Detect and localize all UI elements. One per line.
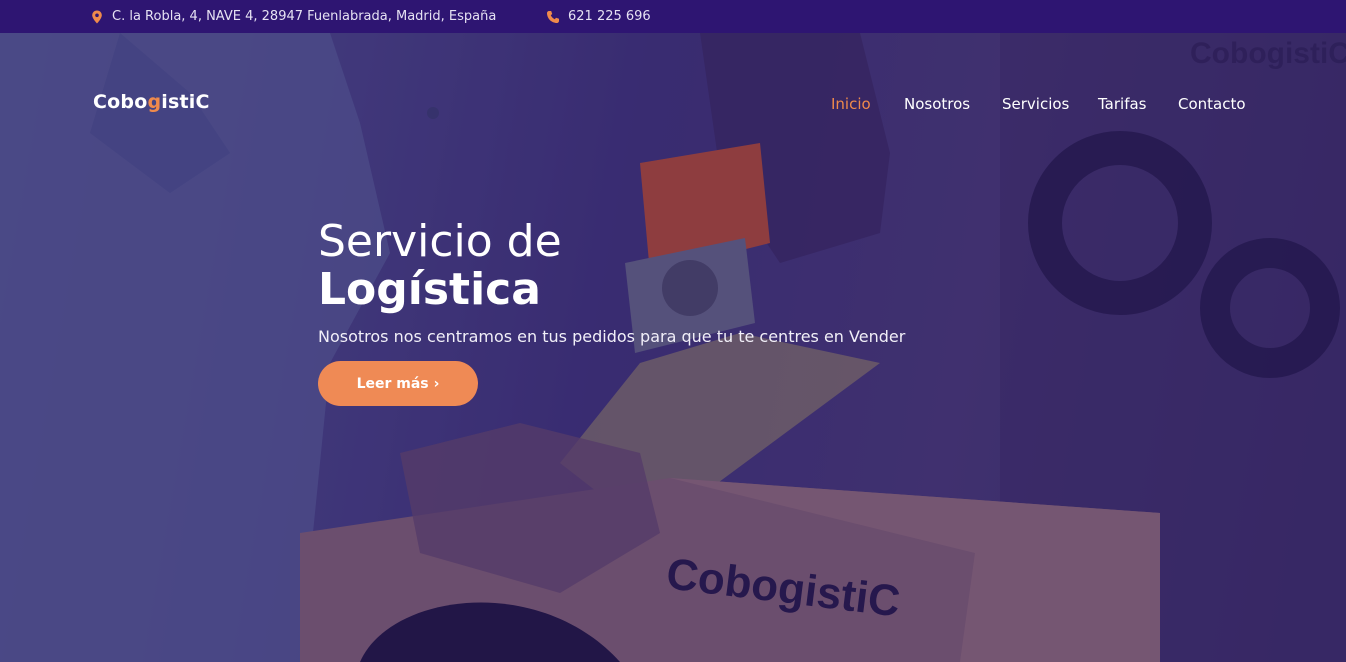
hero-subtitle: Nosotros nos centramos en tus pedidos pa… [318,327,906,346]
hero-section: CobogistiC CobogistiC CobogistiC Inicio … [0,33,1346,662]
hero-title-line1: Servicio de [318,216,562,267]
nav-tarifas[interactable]: Tarifas [1098,95,1147,113]
nav-inicio[interactable]: Inicio [831,95,871,113]
nav-nosotros[interactable]: Nosotros [904,95,970,113]
main-nav: Inicio Nosotros Servicios Tarifas Contac… [0,95,1346,117]
phone-text[interactable]: 621 225 696 [568,9,651,24]
map-pin-icon [90,10,104,24]
nav-servicios[interactable]: Servicios [1002,95,1069,113]
leer-mas-button[interactable]: Leer más › [318,361,478,406]
nav-contacto[interactable]: Contacto [1178,95,1246,113]
phone-item[interactable]: 621 225 696 [546,0,651,33]
address-item: C. la Robla, 4, NAVE 4, 28947 Fuenlabrad… [90,0,496,33]
address-text: C. la Robla, 4, NAVE 4, 28947 Fuenlabrad… [112,9,497,24]
top-info-bar: C. la Robla, 4, NAVE 4, 28947 Fuenlabrad… [0,0,1346,33]
hero-title-line2: Logística [318,264,541,315]
hero-background-photo: CobogistiC CobogistiC [0,33,1346,662]
leer-mas-label: Leer más [356,375,429,392]
chevron-right-icon: › [433,375,440,392]
phone-icon [546,10,560,24]
